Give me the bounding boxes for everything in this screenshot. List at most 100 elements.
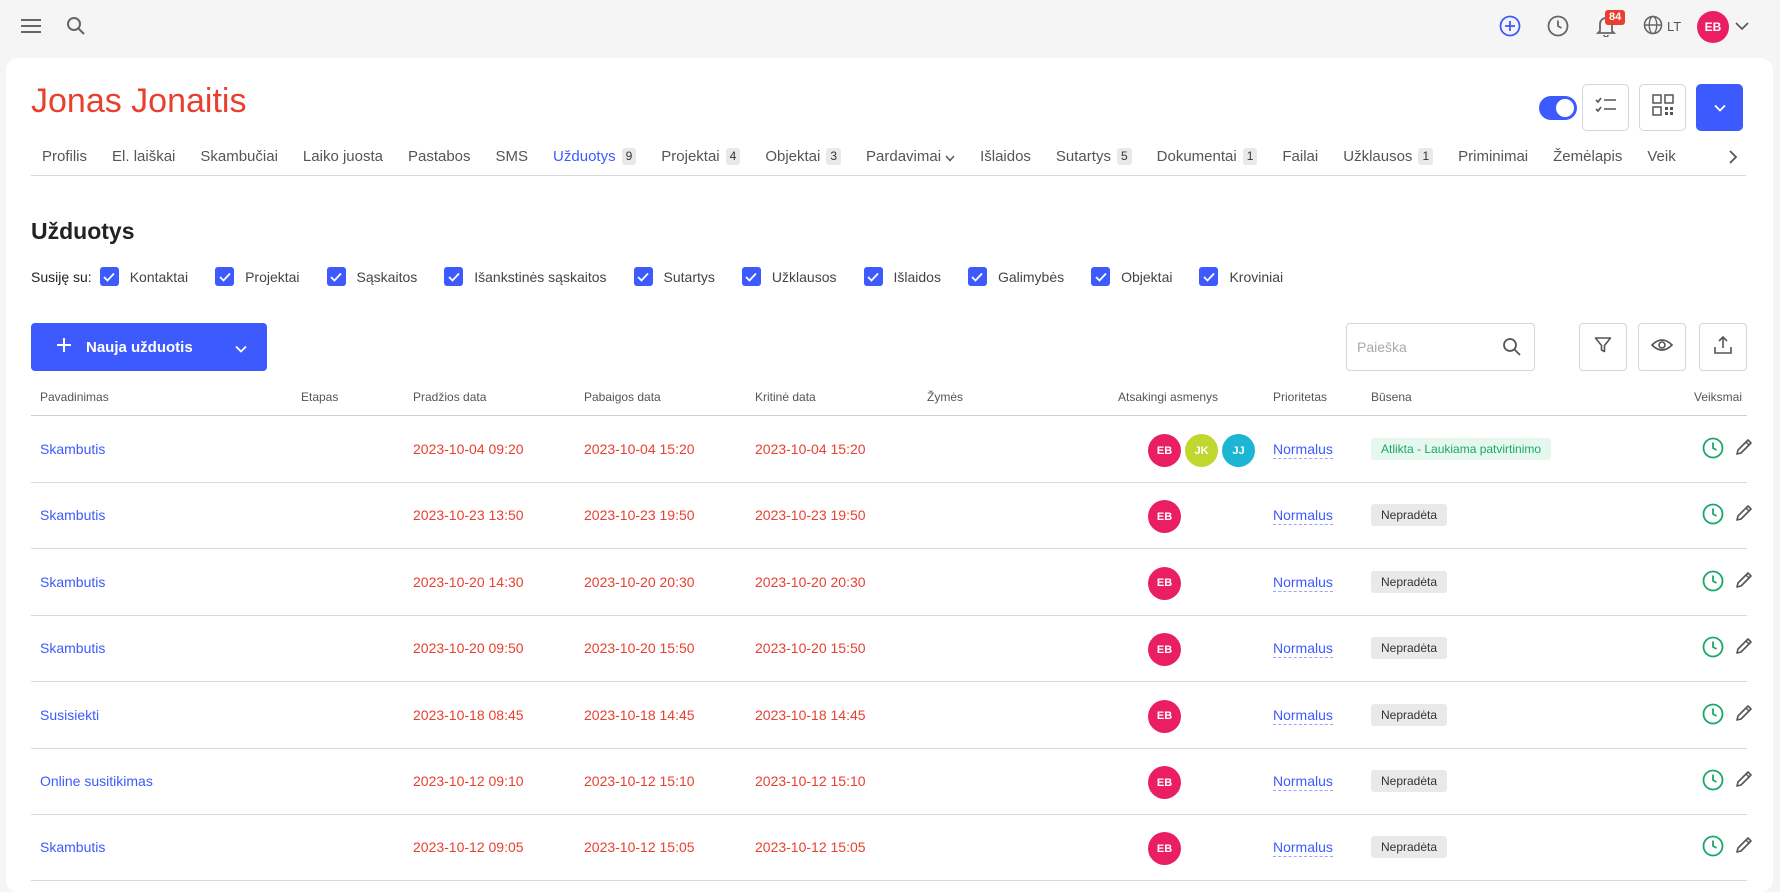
new-task-button[interactable]: Nauja užduotis	[31, 323, 267, 371]
edit-pencil-icon[interactable]	[1734, 437, 1754, 462]
filter-checkbox-item[interactable]: Objektai	[1091, 267, 1172, 286]
language-switcher[interactable]: LT	[1643, 15, 1681, 38]
avatar[interactable]: EB	[1148, 500, 1181, 534]
task-title-link[interactable]: Susisiekti	[40, 707, 99, 723]
tab-skambučiai[interactable]: Skambučiai	[200, 146, 278, 175]
filter-checkbox-item[interactable]: Sąskaitos	[326, 267, 417, 286]
tab-išlaidos[interactable]: Išlaidos	[980, 146, 1031, 175]
tab-failai[interactable]: Failai	[1282, 146, 1318, 175]
tab-dokumentai[interactable]: Dokumentai 1	[1157, 146, 1258, 175]
clock-icon[interactable]	[1702, 636, 1724, 661]
edit-pencil-icon[interactable]	[1734, 503, 1754, 528]
avatar[interactable]: EB	[1148, 832, 1181, 866]
search-field[interactable]: Paieška	[1346, 323, 1535, 371]
checkbox-checked-icon[interactable]	[1091, 267, 1111, 286]
clock-icon[interactable]	[1702, 503, 1724, 528]
task-title-link[interactable]: Skambutis	[40, 640, 105, 656]
more-actions-button[interactable]	[1696, 84, 1743, 131]
tab-projektai[interactable]: Projektai 4	[661, 146, 741, 175]
filter-checkbox-item[interactable]: Projektai	[215, 267, 300, 286]
tab-priminimai[interactable]: Priminimai	[1458, 146, 1528, 175]
filter-checkbox-item[interactable]: Kontaktai	[99, 267, 188, 286]
edit-pencil-icon[interactable]	[1734, 570, 1754, 595]
task-title-link[interactable]: Skambutis	[40, 574, 105, 590]
checkbox-checked-icon[interactable]	[863, 267, 883, 286]
clock-icon[interactable]	[1702, 703, 1724, 728]
end-date: 2023-10-20 15:50	[584, 640, 695, 657]
filter-checkbox-item[interactable]: Sutartys	[633, 267, 715, 286]
tab-veik[interactable]: Veik	[1647, 146, 1675, 175]
avatar[interactable]: EB	[1148, 699, 1181, 733]
priority-link[interactable]: Normalus	[1273, 574, 1333, 592]
task-title-link[interactable]: Skambutis	[40, 507, 105, 523]
plus-circle-icon[interactable]	[1498, 14, 1522, 38]
menu-icon[interactable]	[19, 14, 43, 38]
checkbox-checked-icon[interactable]	[215, 267, 235, 286]
clock-icon[interactable]	[1702, 835, 1724, 860]
checkbox-checked-icon[interactable]	[99, 267, 119, 286]
clock-icon[interactable]	[1702, 570, 1724, 595]
avatar[interactable]: EB	[1148, 633, 1181, 667]
avatar[interactable]: EB	[1148, 434, 1181, 467]
checkbox-checked-icon[interactable]	[633, 267, 653, 286]
filter-checkbox-item[interactable]: Galimybės	[967, 267, 1064, 286]
clock-icon[interactable]	[1702, 769, 1724, 794]
critical-date: 2023-10-12 15:10	[755, 773, 866, 789]
export-button[interactable]	[1699, 323, 1747, 371]
priority-link[interactable]: Normalus	[1273, 707, 1333, 725]
clock-icon[interactable]	[1546, 14, 1570, 38]
checkbox-checked-icon[interactable]	[967, 267, 987, 286]
priority-link[interactable]: Normalus	[1273, 773, 1333, 791]
chevron-down-icon[interactable]	[1735, 18, 1749, 36]
tab-užduotys[interactable]: Užduotys 9	[553, 146, 637, 175]
tab-laiko-juosta[interactable]: Laiko juosta	[303, 146, 383, 175]
tab-el-laiškai[interactable]: El. laiškai	[112, 146, 175, 175]
checkbox-checked-icon[interactable]	[741, 267, 761, 286]
tab-count-badge: 4	[725, 148, 741, 165]
edit-pencil-icon[interactable]	[1734, 769, 1754, 794]
view-toggle[interactable]	[1539, 96, 1577, 120]
avatar[interactable]: EB	[1148, 566, 1181, 600]
checkbox-checked-icon[interactable]	[1199, 267, 1219, 286]
tab-objektai[interactable]: Objektai 3	[765, 146, 842, 175]
priority-link[interactable]: Normalus	[1273, 640, 1333, 659]
qr-code-button[interactable]	[1639, 84, 1686, 131]
tab-sms[interactable]: SMS	[496, 146, 529, 175]
filter-checkbox-item[interactable]: Užklausos	[741, 267, 837, 286]
checkbox-checked-icon[interactable]	[326, 267, 346, 286]
task-title-link[interactable]: Online susitikimas	[40, 773, 153, 789]
filter-button[interactable]	[1579, 323, 1627, 371]
clock-icon[interactable]	[1702, 437, 1724, 462]
checklist-button[interactable]	[1582, 84, 1629, 131]
task-title-link[interactable]: Skambutis	[40, 441, 105, 457]
avatar[interactable]: JK	[1185, 434, 1218, 467]
tab-pastabos[interactable]: Pastabos	[408, 146, 471, 175]
tab-profilis[interactable]: Profilis	[42, 146, 88, 175]
tab-žemėlapis[interactable]: Žemėlapis	[1553, 146, 1622, 175]
tab-užklausos[interactable]: Užklausos 1	[1343, 146, 1434, 175]
search-icon[interactable]	[64, 14, 88, 38]
edit-pencil-icon[interactable]	[1734, 703, 1754, 728]
chevron-down-icon[interactable]	[235, 340, 247, 357]
avatar[interactable]: EB	[1148, 766, 1181, 799]
edit-pencil-icon[interactable]	[1734, 835, 1754, 860]
tab-pardavimai[interactable]: Pardavimai	[866, 146, 955, 175]
filter-checkbox-item[interactable]: Išlaidos	[863, 267, 941, 286]
filter-checkbox-item[interactable]: Išankstinės sąskaitos	[444, 267, 607, 286]
visibility-button[interactable]	[1638, 323, 1686, 371]
tab-label: Profilis	[42, 148, 88, 165]
priority-link[interactable]: Normalus	[1273, 441, 1333, 459]
edit-pencil-icon[interactable]	[1734, 636, 1754, 661]
task-title-link[interactable]: Skambutis	[40, 839, 105, 855]
priority-link[interactable]: Normalus	[1273, 507, 1333, 526]
avatar[interactable]: JJ	[1222, 434, 1255, 467]
chevron-right-icon[interactable]	[1728, 150, 1738, 169]
search-icon[interactable]	[1502, 337, 1522, 360]
priority-link[interactable]: Normalus	[1273, 839, 1333, 858]
checklist-icon	[1594, 96, 1617, 119]
user-avatar[interactable]: EB	[1697, 11, 1729, 43]
search-input[interactable]: Paieška	[1357, 339, 1407, 355]
tab-sutartys[interactable]: Sutartys 5	[1056, 146, 1132, 175]
checkbox-checked-icon[interactable]	[444, 267, 464, 286]
filter-checkbox-item[interactable]: Kroviniai	[1199, 267, 1283, 286]
